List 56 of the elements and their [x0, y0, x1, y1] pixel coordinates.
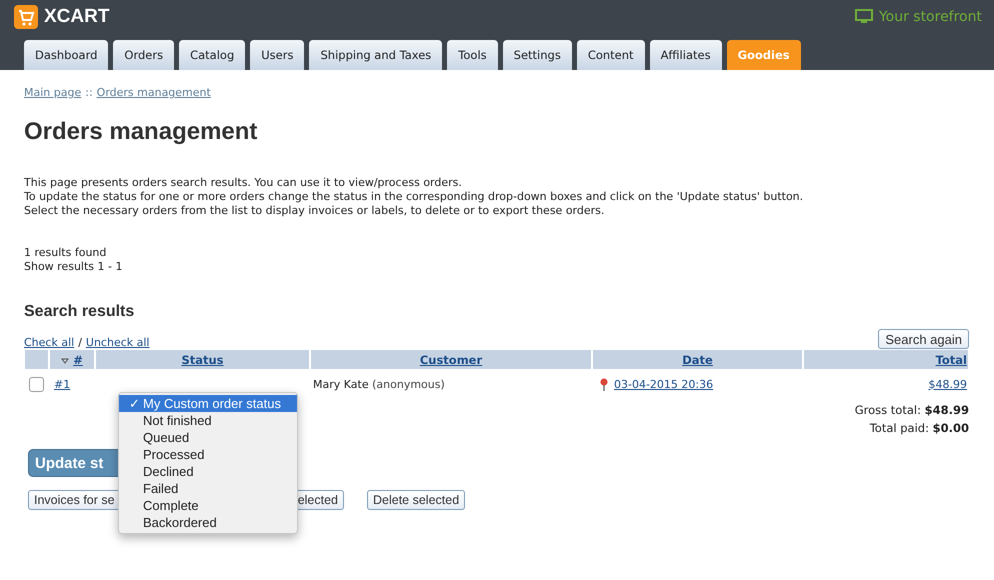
order-link[interactable]: #1: [54, 378, 70, 390]
breadcrumb-link[interactable]: Orders management: [96, 86, 211, 99]
menu-option[interactable]: ✓ My Custom order status: [119, 395, 297, 412]
menu-option[interactable]: Not finished: [119, 412, 297, 429]
sort-link[interactable]: #: [73, 352, 83, 366]
menu-option[interactable]: Queued: [119, 429, 297, 446]
search-again-button[interactable]: Search again: [878, 329, 969, 349]
results-text: 1 results found: [24, 246, 108, 260]
table-header[interactable]: Status: [96, 350, 309, 369]
results-text: Show results 1 - 1: [24, 260, 124, 274]
order-date-link[interactable]: 03-04-2015 20:36: [614, 378, 714, 390]
nav-tab[interactable]: Catalog: [179, 40, 246, 70]
section-title: Search results: [24, 303, 136, 321]
nav-tab[interactable]: Dashboard: [24, 40, 108, 70]
total-label: Total paid:: [870, 421, 929, 435]
sort-link[interactable]: Date: [682, 352, 713, 366]
table-header: [25, 350, 48, 369]
description-line: To update the status for one or more orders change the status in the corresponding drop-down boxes and click on the 'Update status' button.: [24, 190, 804, 204]
storefront-link[interactable]: Your storefront: [854, 8, 982, 24]
nav-tab[interactable]: Users: [250, 40, 304, 70]
customer-name: Mary Kate: [313, 378, 369, 390]
sort-link[interactable]: Total: [936, 352, 967, 366]
logo-text: XCART: [44, 6, 110, 28]
row-checkbox[interactable]: [29, 376, 44, 392]
uncheck-all-link[interactable]: Uncheck all: [86, 336, 150, 349]
nav-tab[interactable]: Shipping and Taxes: [309, 40, 442, 70]
separator-text: /: [78, 336, 82, 349]
sort-link[interactable]: Status: [181, 352, 224, 366]
nav-tab[interactable]: Orders: [113, 40, 174, 70]
nav-tab[interactable]: Content: [576, 40, 645, 70]
customer-note: (anonymous): [372, 378, 445, 390]
action-button[interactable]: Delete selected: [367, 490, 466, 510]
nav-tab[interactable]: Settings: [502, 40, 572, 70]
page-title: Orders management: [24, 118, 258, 146]
nav-tab[interactable]: Tools: [447, 40, 498, 70]
description-line: This page presents orders search results. You can use it to view/process orders.: [24, 176, 463, 190]
order-amount-link[interactable]: $48.99: [928, 378, 967, 390]
table-header[interactable]: Customer: [311, 350, 591, 369]
total-value: $48.99: [924, 403, 969, 417]
sort-link[interactable]: Customer: [420, 352, 482, 366]
total-label: Gross total:: [854, 403, 921, 417]
table-header[interactable]: Total: [804, 350, 968, 369]
cart-logo-icon: [14, 4, 38, 28]
check-mark: ✓: [129, 396, 140, 411]
description-line: Select the necessary orders from the list to display invoices or labels, to delete or to export these orders.: [24, 204, 606, 218]
table-header[interactable]: Date: [593, 350, 802, 369]
check-all-link[interactable]: Check all: [24, 336, 74, 349]
sort-icon: [61, 358, 70, 364]
nav-tab[interactable]: Affiliates: [650, 40, 722, 70]
table-header[interactable]: #: [50, 350, 94, 369]
monitor-icon: [854, 9, 873, 24]
map-pin-icon: [600, 378, 608, 390]
breadcrumb-separator: ::: [85, 86, 93, 99]
breadcrumb-link[interactable]: Main page: [24, 86, 82, 99]
menu-option[interactable]: Backordered: [119, 514, 297, 531]
total-value: $0.00: [932, 421, 969, 435]
